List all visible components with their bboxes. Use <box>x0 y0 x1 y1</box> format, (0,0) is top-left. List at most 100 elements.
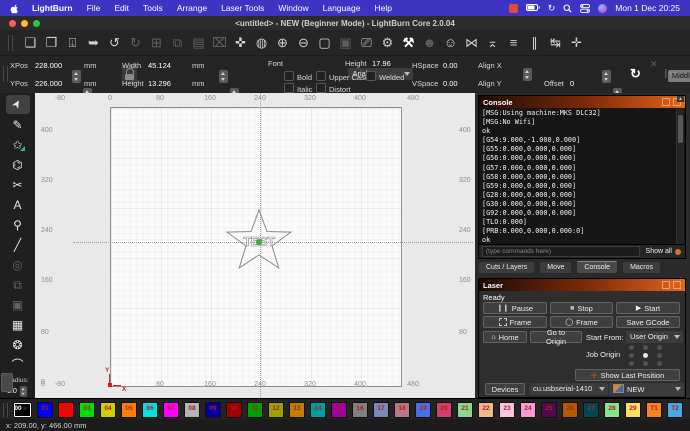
menu-item-edit[interactable]: Edit <box>107 3 136 13</box>
offset-tool[interactable]: ◎ <box>6 255 30 274</box>
app-status-icon[interactable] <box>509 4 518 13</box>
scroll-up-icon[interactable]: ▲ <box>677 96 684 102</box>
boolean-tool[interactable]: ⧉ <box>6 275 30 294</box>
distribute-v-icon[interactable]: ↹ <box>545 32 566 54</box>
shape-center-handle[interactable] <box>257 240 261 244</box>
job-origin-dot-0[interactable] <box>629 345 634 350</box>
show-all-toggle[interactable] <box>675 249 681 255</box>
console-scrollbar[interactable]: ▲ ▼ <box>676 109 684 245</box>
width-field[interactable]: 45.124 <box>148 61 171 70</box>
palette-swatch-24[interactable]: 24 <box>520 402 536 418</box>
job-origin-dot-5[interactable] <box>657 353 662 358</box>
palette-swatch-20[interactable]: 20 <box>436 402 452 418</box>
welded-checkbox[interactable]: Welded <box>366 71 404 82</box>
mirror-horizontal-icon[interactable]: ⋈ <box>461 32 482 54</box>
palette-swatch-01[interactable]: 01 <box>37 402 53 418</box>
frame-circle-button[interactable]: ◯Frame <box>550 316 613 328</box>
menu-item-lightburn[interactable]: LightBurn <box>25 3 80 13</box>
control-center-icon[interactable] <box>580 4 590 13</box>
home-button[interactable]: ⌂Home <box>483 331 527 343</box>
job-origin-dot-8[interactable] <box>657 361 662 366</box>
palette-swatch-10[interactable]: 10 <box>226 402 242 418</box>
line-tool[interactable]: ╱ <box>6 235 30 254</box>
palette-swatch-04[interactable]: 04 <box>100 402 116 418</box>
job-origin-dot-3[interactable] <box>629 353 634 358</box>
toolbar-drag-handle[interactable] <box>8 35 13 51</box>
tab-move[interactable]: Move <box>539 261 572 274</box>
palette-swatch-05[interactable]: 05 <box>121 402 137 418</box>
refresh-text-icon[interactable]: ↻ <box>630 66 641 82</box>
menu-item-file[interactable]: File <box>80 3 108 13</box>
start-button[interactable]: ▶Start <box>616 302 680 314</box>
export-icon[interactable]: ➥ <box>83 32 104 54</box>
distribute-h-icon[interactable]: ∥ <box>524 32 545 54</box>
frame-rect-button[interactable]: Frame <box>483 316 547 328</box>
font-height-field[interactable]: 17.96 <box>372 59 391 68</box>
job-origin-dot-7[interactable] <box>643 361 648 366</box>
mirror-vertical-icon[interactable]: ⌅ <box>482 32 503 54</box>
job-origin-dot-6[interactable] <box>629 361 634 366</box>
menu-item-laser-tools[interactable]: Laser Tools <box>214 3 271 13</box>
dock-toolbar-icon[interactable]: ❙▭ <box>662 68 678 79</box>
edit-canvas[interactable]: TEST Y X -800801602403204004800-80801602… <box>35 93 475 398</box>
hspace-stepper[interactable] <box>602 70 611 83</box>
zoom-window-icon[interactable]: ◍ <box>251 32 272 54</box>
palette-swatch-21[interactable]: 21 <box>457 402 473 418</box>
scrollbar-thumb[interactable] <box>678 115 683 143</box>
open-file-icon[interactable]: ❒ <box>41 32 62 54</box>
tab-macros[interactable]: Macros <box>622 261 661 274</box>
palette-swatch-16[interactable]: 16 <box>352 402 368 418</box>
undock-icon[interactable] <box>662 98 670 106</box>
palette-swatch-00[interactable]: 00 <box>13 402 32 418</box>
palette-swatch-13[interactable]: 13 <box>289 402 305 418</box>
polygon-shape-tool[interactable]: ⌬ <box>6 155 30 174</box>
palette-swatch-25[interactable]: 25 <box>541 402 557 418</box>
palette-swatch-17[interactable]: 17 <box>373 402 389 418</box>
radius-stepper[interactable] <box>20 386 27 396</box>
xpos-field[interactable]: 228.000 <box>35 61 62 70</box>
palette-swatch-t2[interactable]: T2 <box>667 402 683 418</box>
laser-titlebar[interactable]: Laser <box>479 279 685 291</box>
undo-icon[interactable]: ↺ <box>104 32 125 54</box>
palette-swatch-08[interactable]: 08 <box>184 402 200 418</box>
palette-swatch-14[interactable]: 14 <box>310 402 326 418</box>
palette-swatch-t1[interactable]: T1 <box>646 402 662 418</box>
palette-swatch-18[interactable]: 18 <box>394 402 410 418</box>
job-origin-dot-2[interactable] <box>657 345 662 350</box>
upper-case-checkbox[interactable]: Upper Case <box>316 71 369 82</box>
frame-selection-icon[interactable]: ▢ <box>314 32 335 54</box>
job-origin-dot-1[interactable] <box>643 345 648 350</box>
tab-cuts-layers[interactable]: Cuts / Layers <box>478 261 535 274</box>
menu-item-language[interactable]: Language <box>316 3 368 13</box>
apple-menu-icon[interactable] <box>10 3 19 14</box>
console-command-input[interactable] <box>482 246 640 257</box>
start-from-select[interactable]: User Origin <box>626 331 683 343</box>
menu-item-arrange[interactable]: Arrange <box>170 3 214 13</box>
palette-swatch-19[interactable]: 19 <box>415 402 431 418</box>
palette-swatch-26[interactable]: 26 <box>562 402 578 418</box>
monitor-icon[interactable]: ⎚ <box>356 32 377 54</box>
laser-undock-icon[interactable] <box>662 281 670 289</box>
palette-swatch-09[interactable]: 09 <box>205 402 221 418</box>
radius-tool[interactable]: ⌒ <box>6 355 30 374</box>
sync-icon[interactable]: ↻ <box>548 3 556 14</box>
palette-swatch-11[interactable]: 11 <box>247 402 263 418</box>
star-shape[interactable]: TEST <box>224 207 294 277</box>
save-gcode-button[interactable]: Save GCode <box>616 316 680 328</box>
menu-item-help[interactable]: Help <box>367 3 398 13</box>
select-tool[interactable]: ➤ <box>6 95 30 114</box>
device-select[interactable]: NEW <box>609 383 684 396</box>
zoom-in-icon[interactable]: ⊕ <box>272 32 293 54</box>
devices-button[interactable]: Devices <box>485 383 525 395</box>
duplicate-tool[interactable]: ▣ <box>6 295 30 314</box>
palette-swatch-06[interactable]: 06 <box>142 402 158 418</box>
menu-item-tools[interactable]: Tools <box>136 3 170 13</box>
palette-swatch-28[interactable]: 28 <box>604 402 620 418</box>
stop-button[interactable]: ■Stop <box>550 302 613 314</box>
palette-drag-handle[interactable] <box>3 403 8 417</box>
go-to-origin-button[interactable]: Go to Origin <box>530 331 582 343</box>
hspace-field[interactable]: 0.00 <box>443 61 458 70</box>
job-origin-dot-4[interactable] <box>643 353 648 358</box>
port-select[interactable]: cu.usbserial-1410 <box>529 383 608 395</box>
tab-console[interactable]: Console <box>576 261 618 274</box>
